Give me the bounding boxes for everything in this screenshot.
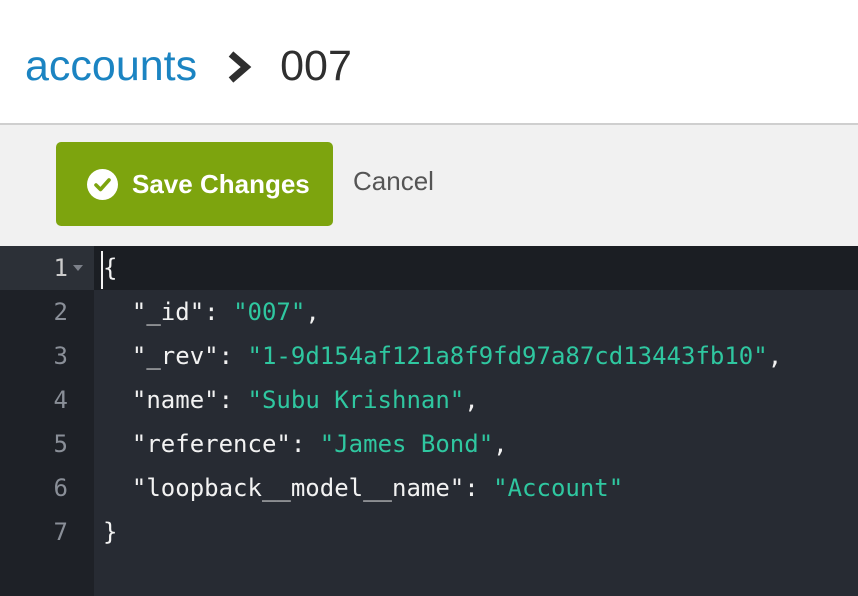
code-text: "loopback__model__name": "Account"	[103, 466, 623, 510]
check-circle-icon	[87, 168, 118, 200]
json-code-editor[interactable]: 1 { 2 "_id": "007", 3 "_rev": "1-9d154af…	[0, 246, 858, 596]
chevron-right-icon	[224, 38, 254, 94]
colon: :	[218, 342, 248, 370]
comma: ,	[305, 298, 320, 326]
comma: ,	[493, 430, 508, 458]
line-number: 6	[53, 474, 68, 502]
comma: ,	[464, 386, 479, 414]
line-number: 2	[53, 298, 68, 326]
cancel-link[interactable]: Cancel	[353, 166, 434, 197]
code-text: {	[103, 246, 117, 290]
line-number: 4	[53, 386, 68, 414]
close-brace: }	[103, 518, 118, 546]
code-line[interactable]: 3 "_rev": "1-9d154af121a8f9fd97a87cd1344…	[0, 334, 858, 378]
colon: :	[218, 386, 248, 414]
colon: :	[290, 430, 320, 458]
fold-arrow-icon[interactable]	[73, 265, 83, 271]
save-changes-label: Save Changes	[132, 168, 310, 199]
code-line[interactable]: 4 "name": "Subu Krishnan",	[0, 378, 858, 422]
json-value: "1-9d154af121a8f9fd97a87cd13443fb10"	[247, 342, 768, 370]
json-value: "James Bond"	[319, 430, 494, 458]
code-line[interactable]: 2 "_id": "007",	[0, 290, 858, 334]
code-text: }	[103, 510, 117, 554]
json-value: "Account"	[493, 474, 624, 502]
colon: :	[464, 474, 494, 502]
json-key: "_rev"	[131, 342, 219, 370]
line-number: 7	[53, 518, 68, 546]
json-value: "Subu Krishnan"	[247, 386, 465, 414]
comma: ,	[767, 342, 783, 370]
code-text: "name": "Subu Krishnan",	[103, 378, 479, 422]
open-brace: {	[103, 254, 118, 282]
code-line[interactable]: 1 {	[0, 246, 858, 290]
breadcrumb-accounts-link[interactable]: accounts	[25, 38, 197, 94]
line-number: 3	[53, 342, 68, 370]
code-line[interactable]: 6 "loopback__model__name": "Account"	[0, 466, 858, 510]
json-value: "007"	[233, 298, 306, 326]
breadcrumb: accounts 007	[25, 38, 352, 94]
json-key: "name"	[131, 386, 219, 414]
code-text: "_id": "007",	[103, 290, 320, 334]
text-cursor	[101, 251, 103, 289]
json-key: "_id"	[131, 298, 205, 326]
document-toolbar: Save Changes Cancel	[0, 125, 858, 246]
line-number: 5	[53, 430, 68, 458]
json-key: "loopback__model__name"	[131, 474, 465, 502]
code-line[interactable]: 5 "reference": "James Bond",	[0, 422, 858, 466]
code-text: "_rev": "1-9d154af121a8f9fd97a87cd13443f…	[103, 334, 782, 378]
json-key: "reference"	[131, 430, 291, 458]
code-line[interactable]: 7 }	[0, 510, 858, 554]
colon: :	[204, 298, 234, 326]
page-header: accounts 007	[0, 0, 858, 125]
code-text: "reference": "James Bond",	[103, 422, 508, 466]
breadcrumb-current: 007	[280, 42, 352, 90]
save-changes-button[interactable]: Save Changes	[56, 142, 333, 226]
